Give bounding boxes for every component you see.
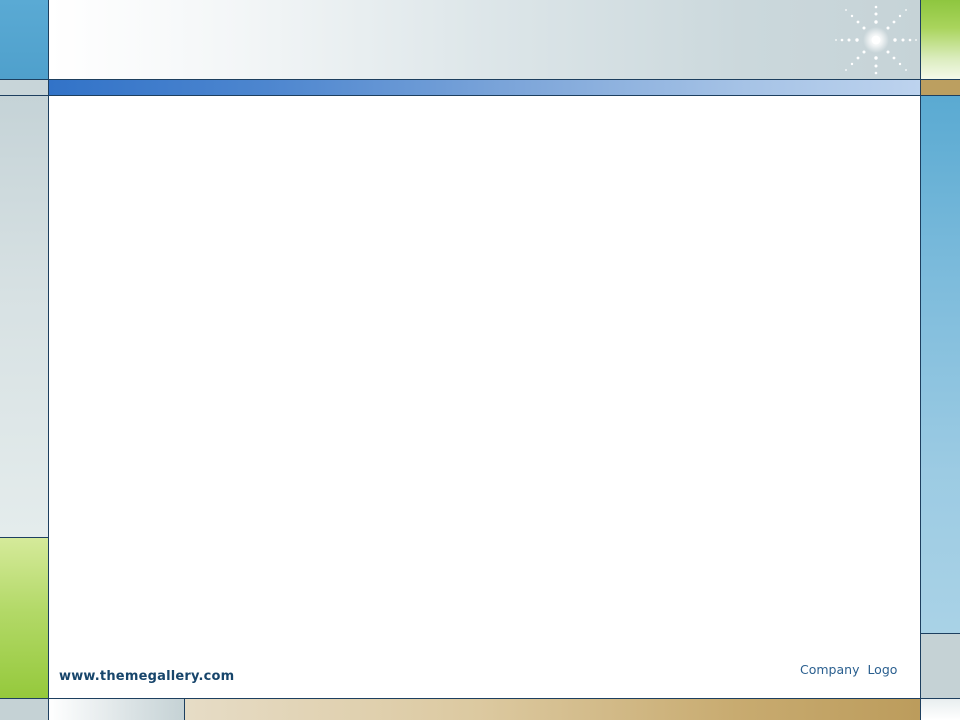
thin-bar-right-block (920, 80, 960, 96)
top-left-corner-block (0, 0, 49, 80)
blue-title-bar (49, 80, 920, 96)
top-banner (49, 0, 920, 80)
bottom-tan-strip (185, 698, 920, 720)
company-logo-text: Company Logo (800, 662, 898, 677)
sparkle-icon (835, 5, 917, 75)
website-link[interactable]: www.themegallery.com (59, 669, 234, 684)
thin-bar-left-block (0, 80, 49, 96)
left-column-green (0, 537, 49, 698)
bottom-right-corner-block (920, 698, 960, 720)
right-column-blue (920, 96, 960, 633)
bottom-left-corner-block (0, 698, 49, 720)
left-column-gray (0, 96, 49, 537)
right-column-gray (920, 633, 960, 698)
top-right-corner-block (920, 0, 960, 80)
slide-content-area (49, 96, 920, 698)
slide: www.themegallery.com Company Logo (0, 0, 960, 720)
bottom-gray-strip (49, 698, 185, 720)
